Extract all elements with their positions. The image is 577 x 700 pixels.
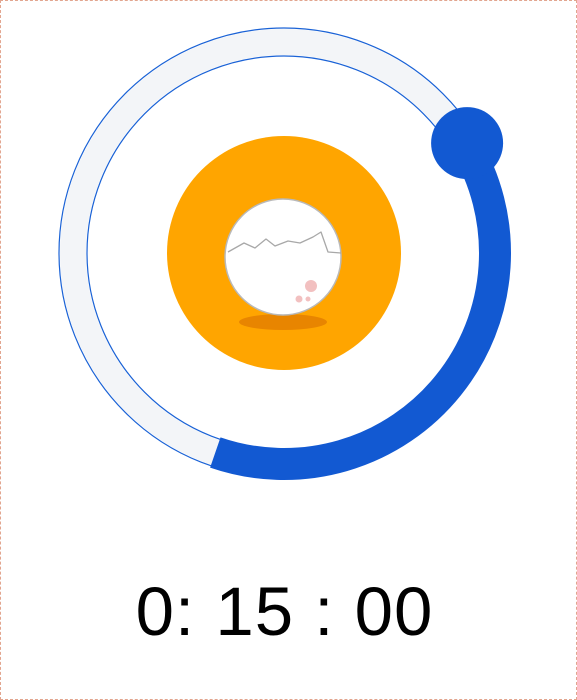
- timer-screen: 0: 15 : 00: [0, 0, 577, 700]
- egg-dot: [305, 296, 311, 302]
- time-remaining-display: 0: 15 : 00: [135, 573, 434, 650]
- egg-dot: [295, 295, 303, 303]
- egg-shell: [224, 198, 342, 316]
- egg-shadow: [239, 314, 327, 330]
- timer-dial: [58, 27, 511, 480]
- egg-timer-icon: [167, 136, 401, 370]
- timer-drag-handle[interactable]: [431, 107, 504, 180]
- egg-dot: [305, 280, 317, 292]
